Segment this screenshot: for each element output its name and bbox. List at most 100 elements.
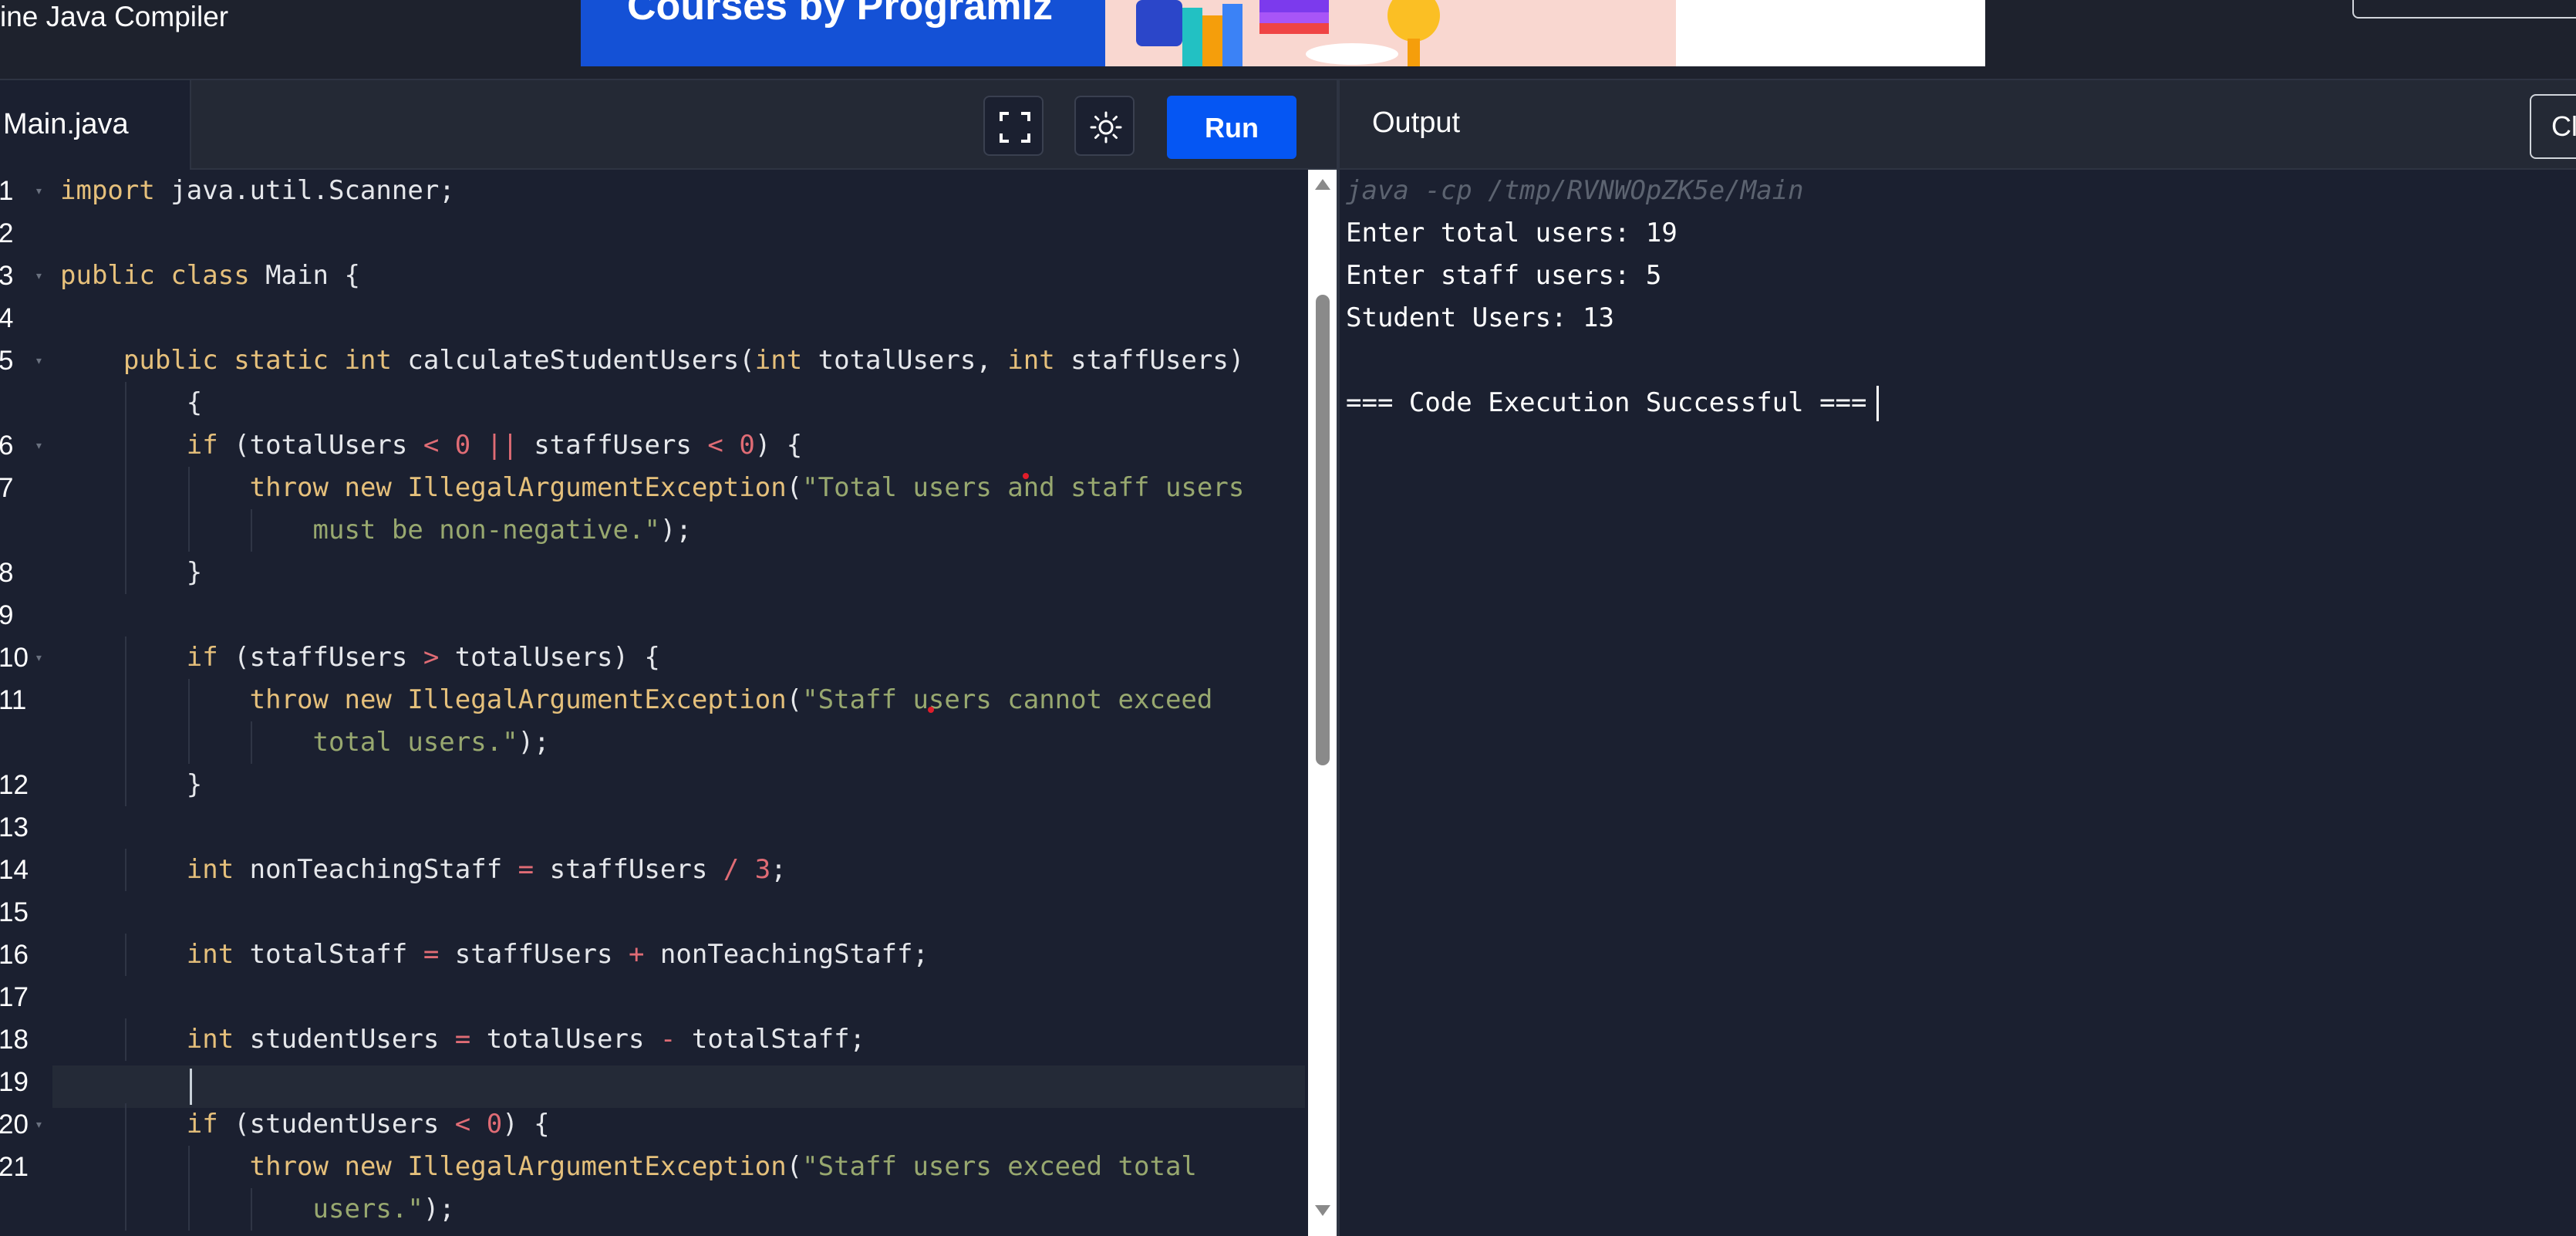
code-text: throw new IllegalArgumentException("Tota… [249, 472, 1245, 503]
line-number: 20 [0, 1109, 29, 1140]
line-number: 15 [0, 897, 29, 927]
code-text: int totalStaff = staffUsers + nonTeachin… [186, 939, 929, 970]
scrollbar-thumb[interactable] [1316, 295, 1330, 765]
scroll-up-arrow-icon[interactable] [1315, 179, 1330, 190]
code-line: 15 [0, 891, 1305, 934]
code-line: 12 } [0, 764, 1305, 806]
line-number: 6 [0, 431, 14, 461]
red-marker [928, 707, 934, 713]
output-line: === Code Execution Successful === [1346, 387, 1867, 418]
code-text: public class Main { [60, 260, 360, 291]
clear-button[interactable]: Clear [2530, 94, 2576, 159]
ad-text: Courses by Programiz [627, 0, 1053, 29]
code-text: int nonTeachingStaff = staffUsers / 3; [186, 854, 787, 885]
fold-arrow-icon[interactable]: ▾ [35, 339, 43, 382]
code-line: 14 int nonTeachingStaff = staffUsers / 3… [0, 849, 1305, 891]
code-line: 2 [0, 212, 1305, 255]
run-button[interactable]: Run [1167, 96, 1296, 159]
line-number: 2 [0, 218, 14, 248]
code-text: must be non-negative."); [312, 515, 692, 545]
code-line: 10 ▾ if (staffUsers > totalUsers) { [0, 637, 1305, 679]
ad-banner-right [1676, 0, 1985, 66]
code-text: { [60, 387, 203, 418]
text-cursor [190, 1069, 192, 1105]
code-text: public static int calculateStudentUsers(… [123, 345, 1245, 376]
ad-banner-left: Courses by Programiz [581, 0, 1121, 66]
code-text: throw new IllegalArgumentException("Staf… [249, 1151, 1197, 1182]
line-number: 3 [0, 261, 14, 291]
code-line: 7 throw new IllegalArgumentException("To… [0, 467, 1305, 509]
code-line: 8 } [0, 552, 1305, 594]
theme-toggle-button[interactable] [1074, 96, 1135, 156]
code-line: 20 ▾ if (studentUsers < 0) { [0, 1103, 1305, 1146]
fold-arrow-icon[interactable]: ▾ [35, 255, 43, 297]
code-text: if (studentUsers < 0) { [186, 1109, 550, 1140]
code-text: if (totalUsers < 0 || staffUsers < 0) { [186, 430, 803, 461]
code-line: 9 [0, 594, 1305, 637]
output-title: Output [1372, 106, 1461, 139]
line-number: 16 [0, 940, 29, 970]
file-tab-label: Main.java [3, 108, 129, 140]
scroll-down-arrow-icon[interactable] [1315, 1205, 1330, 1216]
editor-toolbar: Main.java Run [0, 80, 1337, 170]
code-line: 1 ▾ import java.util.Scanner; [0, 170, 1305, 212]
output-line: Student Users: 13 [1346, 302, 1614, 333]
line-number: 1 [0, 176, 14, 206]
code-text: } [60, 557, 203, 588]
code-text: users."); [312, 1194, 455, 1224]
file-tab-main-java[interactable]: Main.java [0, 80, 191, 170]
ad-banner[interactable]: Courses by Programiz [581, 0, 1985, 66]
fold-arrow-icon[interactable]: ▾ [35, 1103, 43, 1146]
line-number: 17 [0, 982, 29, 1012]
code-line: 19 [0, 1061, 1305, 1103]
code-line: total users."); [0, 721, 1305, 764]
top-right-button[interactable] [2352, 0, 2576, 19]
fold-arrow-icon[interactable]: ▾ [35, 637, 43, 679]
code-line: 6 ▾ if (totalUsers < 0 || staffUsers < 0)… [0, 424, 1305, 467]
code-line: 18 int studentUsers = totalUsers - total… [0, 1018, 1305, 1061]
books-illustration [1105, 0, 1491, 66]
output-line: Enter total users: 19 [1346, 218, 1677, 248]
code-text: int studentUsers = totalUsers - totalSta… [186, 1024, 866, 1055]
code-line: 17 [0, 976, 1305, 1018]
line-number: 12 [0, 770, 29, 800]
code-line: must be non-negative."); [0, 509, 1305, 552]
fold-arrow-icon[interactable]: ▾ [35, 170, 43, 212]
fullscreen-icon [1000, 112, 1030, 143]
fullscreen-button[interactable] [983, 96, 1044, 156]
code-line: users."); [0, 1188, 1305, 1231]
output-cursor [1876, 386, 1879, 421]
code-editor[interactable]: 1 ▾ import java.util.Scanner; 2 3 ▾ public cla… [0, 170, 1305, 1236]
line-number: 13 [0, 812, 29, 843]
code-text: import java.util.Scanner; [60, 175, 455, 206]
sun-icon [1090, 111, 1122, 144]
code-text: if (staffUsers > totalUsers) { [186, 642, 660, 673]
editor-scrollbar[interactable] [1308, 170, 1337, 1236]
red-marker [1023, 473, 1029, 479]
code-text: throw new IllegalArgumentException("Staf… [249, 684, 1213, 715]
top-bar: ine Java Compiler Courses by Programiz [0, 0, 2576, 80]
code-line: 4 [0, 297, 1305, 339]
line-number: 19 [0, 1067, 29, 1097]
code-line: 11 throw new IllegalArgumentException("S… [0, 679, 1305, 721]
code-line: 21 throw new IllegalArgumentException("S… [0, 1146, 1305, 1188]
fold-arrow-icon[interactable]: ▾ [35, 424, 43, 467]
line-number: 9 [0, 600, 14, 630]
code-line: { [0, 382, 1305, 424]
code-line: 16 int totalStaff = staffUsers + nonTeac… [0, 934, 1305, 976]
output-header: Output Clear [1340, 80, 2576, 170]
code-line: 3 ▾ public class Main { [0, 255, 1305, 297]
line-number: 21 [0, 1152, 29, 1182]
app-title: ine Java Compiler [0, 1, 229, 32]
output-command-line: java -cp /tmp/RVNWOpZK5e/Main [1346, 175, 1804, 206]
line-number: 14 [0, 855, 29, 885]
code-text: } [60, 769, 203, 800]
code-line: 13 [0, 806, 1305, 849]
line-number: 8 [0, 558, 14, 588]
editor-pane: Main.java Run 1 ▾ import java.util.Scanner… [0, 80, 1337, 1236]
line-number: 10 [0, 643, 29, 673]
line-number: 7 [0, 473, 14, 503]
output-line: Enter staff users: 5 [1346, 260, 1662, 291]
line-number: 11 [0, 685, 27, 715]
line-number: 4 [0, 303, 14, 333]
